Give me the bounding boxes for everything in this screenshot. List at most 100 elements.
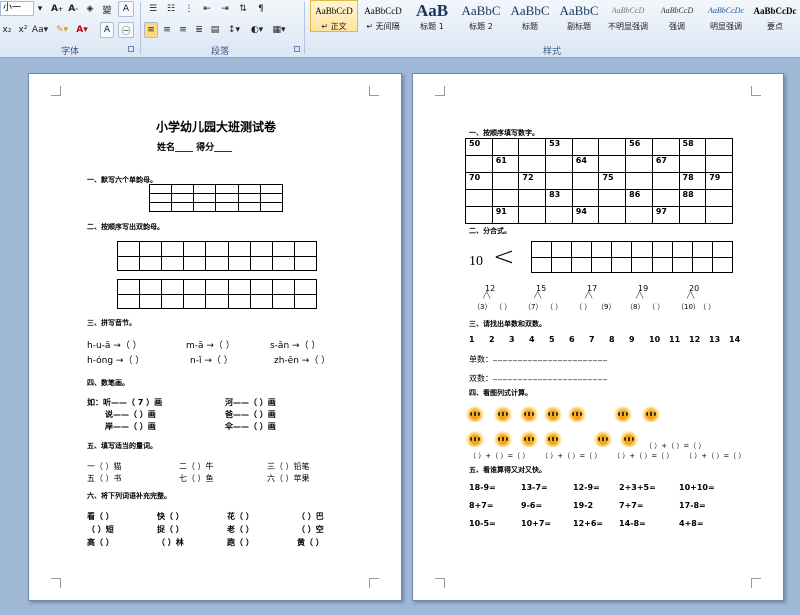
equation: （ ）+（ ）=（ ） (645, 442, 706, 450)
sort-icon[interactable]: ⇅ (236, 1, 250, 17)
style-3[interactable]: AaB 标题 1 (408, 0, 456, 32)
style-1[interactable]: AaBbCcD ↵ 正文 (310, 0, 358, 32)
style-name: 明显强调 (710, 22, 742, 31)
number-cell (705, 138, 733, 156)
single-vowel-grid (148, 184, 284, 212)
calc-item: 8+7= (469, 501, 494, 510)
style-sample: AaB (415, 1, 449, 20)
number-cell: 64 (571, 155, 600, 173)
clear-format-icon[interactable]: ◈ (83, 1, 97, 17)
pinyin-item: n-ǐ →（ ） (190, 356, 233, 366)
number-cell (625, 206, 653, 224)
bullets-icon[interactable]: ☰ (146, 1, 160, 17)
superscript-icon[interactable]: x² (16, 22, 30, 38)
word-item: （ ）空 (297, 525, 324, 534)
enclose-char-icon[interactable]: ㊀ (118, 22, 134, 38)
equation: （ ）+（ ）=（ ） (469, 452, 530, 460)
style-name: 标题 1 (420, 22, 444, 31)
number-cell (598, 155, 627, 173)
multilevel-icon[interactable]: ⋮ (182, 1, 196, 17)
page-1[interactable]: 小学幼儿园大班测试卷 姓名____ 得分____ 一、默写六个单韵母。 二、按顺… (28, 73, 402, 601)
style-4[interactable]: AaBbC 标题 2 (457, 0, 505, 32)
number-item: 12 (689, 335, 701, 344)
number-cell: 94 (571, 206, 600, 224)
grow-font-icon[interactable]: A + (50, 1, 64, 17)
word-item: （ ）短 (87, 525, 114, 534)
number-cell (651, 172, 680, 190)
align-right-icon[interactable]: ≡ (176, 22, 190, 38)
shading-icon[interactable]: ◐▾ (248, 22, 266, 38)
page-2[interactable]: 一、按顺序填写数字。 50 53 56 58 61 64 67 70 72 75 78 79 83 86 8… (412, 73, 784, 601)
section-heading: 三、拼写音节。 (87, 319, 136, 327)
style-sample: AaBbC (461, 3, 501, 18)
distribute-icon[interactable]: ▤ (208, 22, 222, 38)
style-sample: AaBbCcDc (753, 6, 797, 16)
font-dialog-launcher-icon[interactable] (128, 46, 134, 52)
shrink-font-icon[interactable]: A- (66, 1, 80, 17)
style-sample: AaBbCcD (660, 6, 694, 15)
decrease-indent-icon[interactable]: ⇤ (200, 1, 214, 17)
highlight-icon[interactable]: ✎▾ (54, 22, 70, 38)
style-9[interactable]: AaBbCcDc 明显强调 (702, 0, 750, 32)
align-left-icon[interactable]: ≡ (144, 22, 158, 38)
number-cell (651, 138, 680, 156)
increase-indent-icon[interactable]: ⇥ (218, 1, 232, 17)
subscript-icon[interactable]: x₂ (0, 22, 14, 38)
pinyin-item: m-ā →（ ） (186, 341, 235, 351)
stroke-item: 岸——（ ）画 (105, 422, 156, 431)
style-2[interactable]: AaBbCcD ↵ 无间隔 (359, 0, 407, 32)
measure-item: 六（ ）苹果 (267, 474, 310, 483)
show-marks-icon[interactable]: ¶ (254, 1, 268, 17)
style-6[interactable]: AaBbC 副标题 (555, 0, 603, 32)
style-sample: AaBbC (559, 3, 599, 18)
split-lines: ╱╲ (534, 292, 542, 299)
section-heading: 一、默写六个单韵母。 (87, 176, 157, 184)
stroke-item: 如：听——（ 7 ）画 (87, 398, 163, 407)
number-cell (625, 172, 653, 190)
justify-icon[interactable]: ≣ (192, 22, 206, 38)
numbering-icon[interactable]: ☷ (164, 1, 178, 17)
style-name: 不明显强调 (608, 22, 648, 31)
pinyin-item: h-óng →（ ） (87, 356, 145, 366)
borders-icon[interactable]: ▦▾ (270, 22, 288, 38)
font-size-dropdown-icon[interactable]: ▾ (35, 1, 45, 17)
paragraph-dialog-launcher-icon[interactable] (294, 46, 300, 52)
number-item: 8 (609, 335, 615, 344)
style-7[interactable]: AaBbCcD 不明显强调 (604, 0, 652, 32)
number-cell: 67 (651, 155, 680, 173)
section-heading: 二、按顺序写出双韵母。 (87, 223, 164, 231)
number-cell: 78 (678, 172, 707, 190)
word-item: 老（ ） (227, 525, 254, 534)
number-item: 7 (589, 335, 595, 344)
calc-item: 19-2 (573, 501, 594, 510)
bee-icon (519, 406, 539, 422)
align-center-icon[interactable]: ≡ (160, 22, 174, 38)
style-name: ↵ 正文 (321, 22, 347, 31)
name-score-line: 姓名____ 得分____ (157, 143, 233, 153)
font-color-icon[interactable]: A▾ (74, 22, 90, 38)
number-cell (571, 189, 600, 207)
number-cell: 53 (545, 138, 573, 156)
section-heading: 六、将下列词语补充完整。 (87, 492, 171, 500)
measure-item: 五（ ）书 (87, 474, 122, 483)
section-heading: 二、分合式。 (469, 227, 511, 235)
number-cell (625, 155, 653, 173)
style-10[interactable]: AaBbCcDc 要点 (751, 0, 799, 32)
stroke-item: 说——（ ）画 (105, 410, 156, 419)
calc-item: 12-9= (573, 483, 600, 492)
line-spacing-icon[interactable]: ↕▾ (226, 22, 242, 38)
char-shading-icon[interactable]: A (100, 22, 114, 38)
style-8[interactable]: AaBbCcD 强调 (653, 0, 701, 32)
number-cell: 88 (678, 189, 707, 207)
number-cell (705, 155, 733, 173)
calc-item: 2+3+5= (619, 483, 656, 492)
phonetic-guide-icon[interactable]: 變 (100, 1, 114, 17)
bee-icon (465, 431, 485, 447)
style-5[interactable]: AaBbC 标题 (506, 0, 554, 32)
style-name: 标题 2 (469, 22, 493, 31)
font-size-box[interactable]: 小一 (0, 1, 34, 16)
char-border-icon[interactable]: A (118, 1, 134, 17)
word-item: 快（ ） (157, 512, 184, 521)
ten-split-grid (530, 241, 734, 273)
change-case-icon[interactable]: Aa▾ (32, 22, 48, 38)
